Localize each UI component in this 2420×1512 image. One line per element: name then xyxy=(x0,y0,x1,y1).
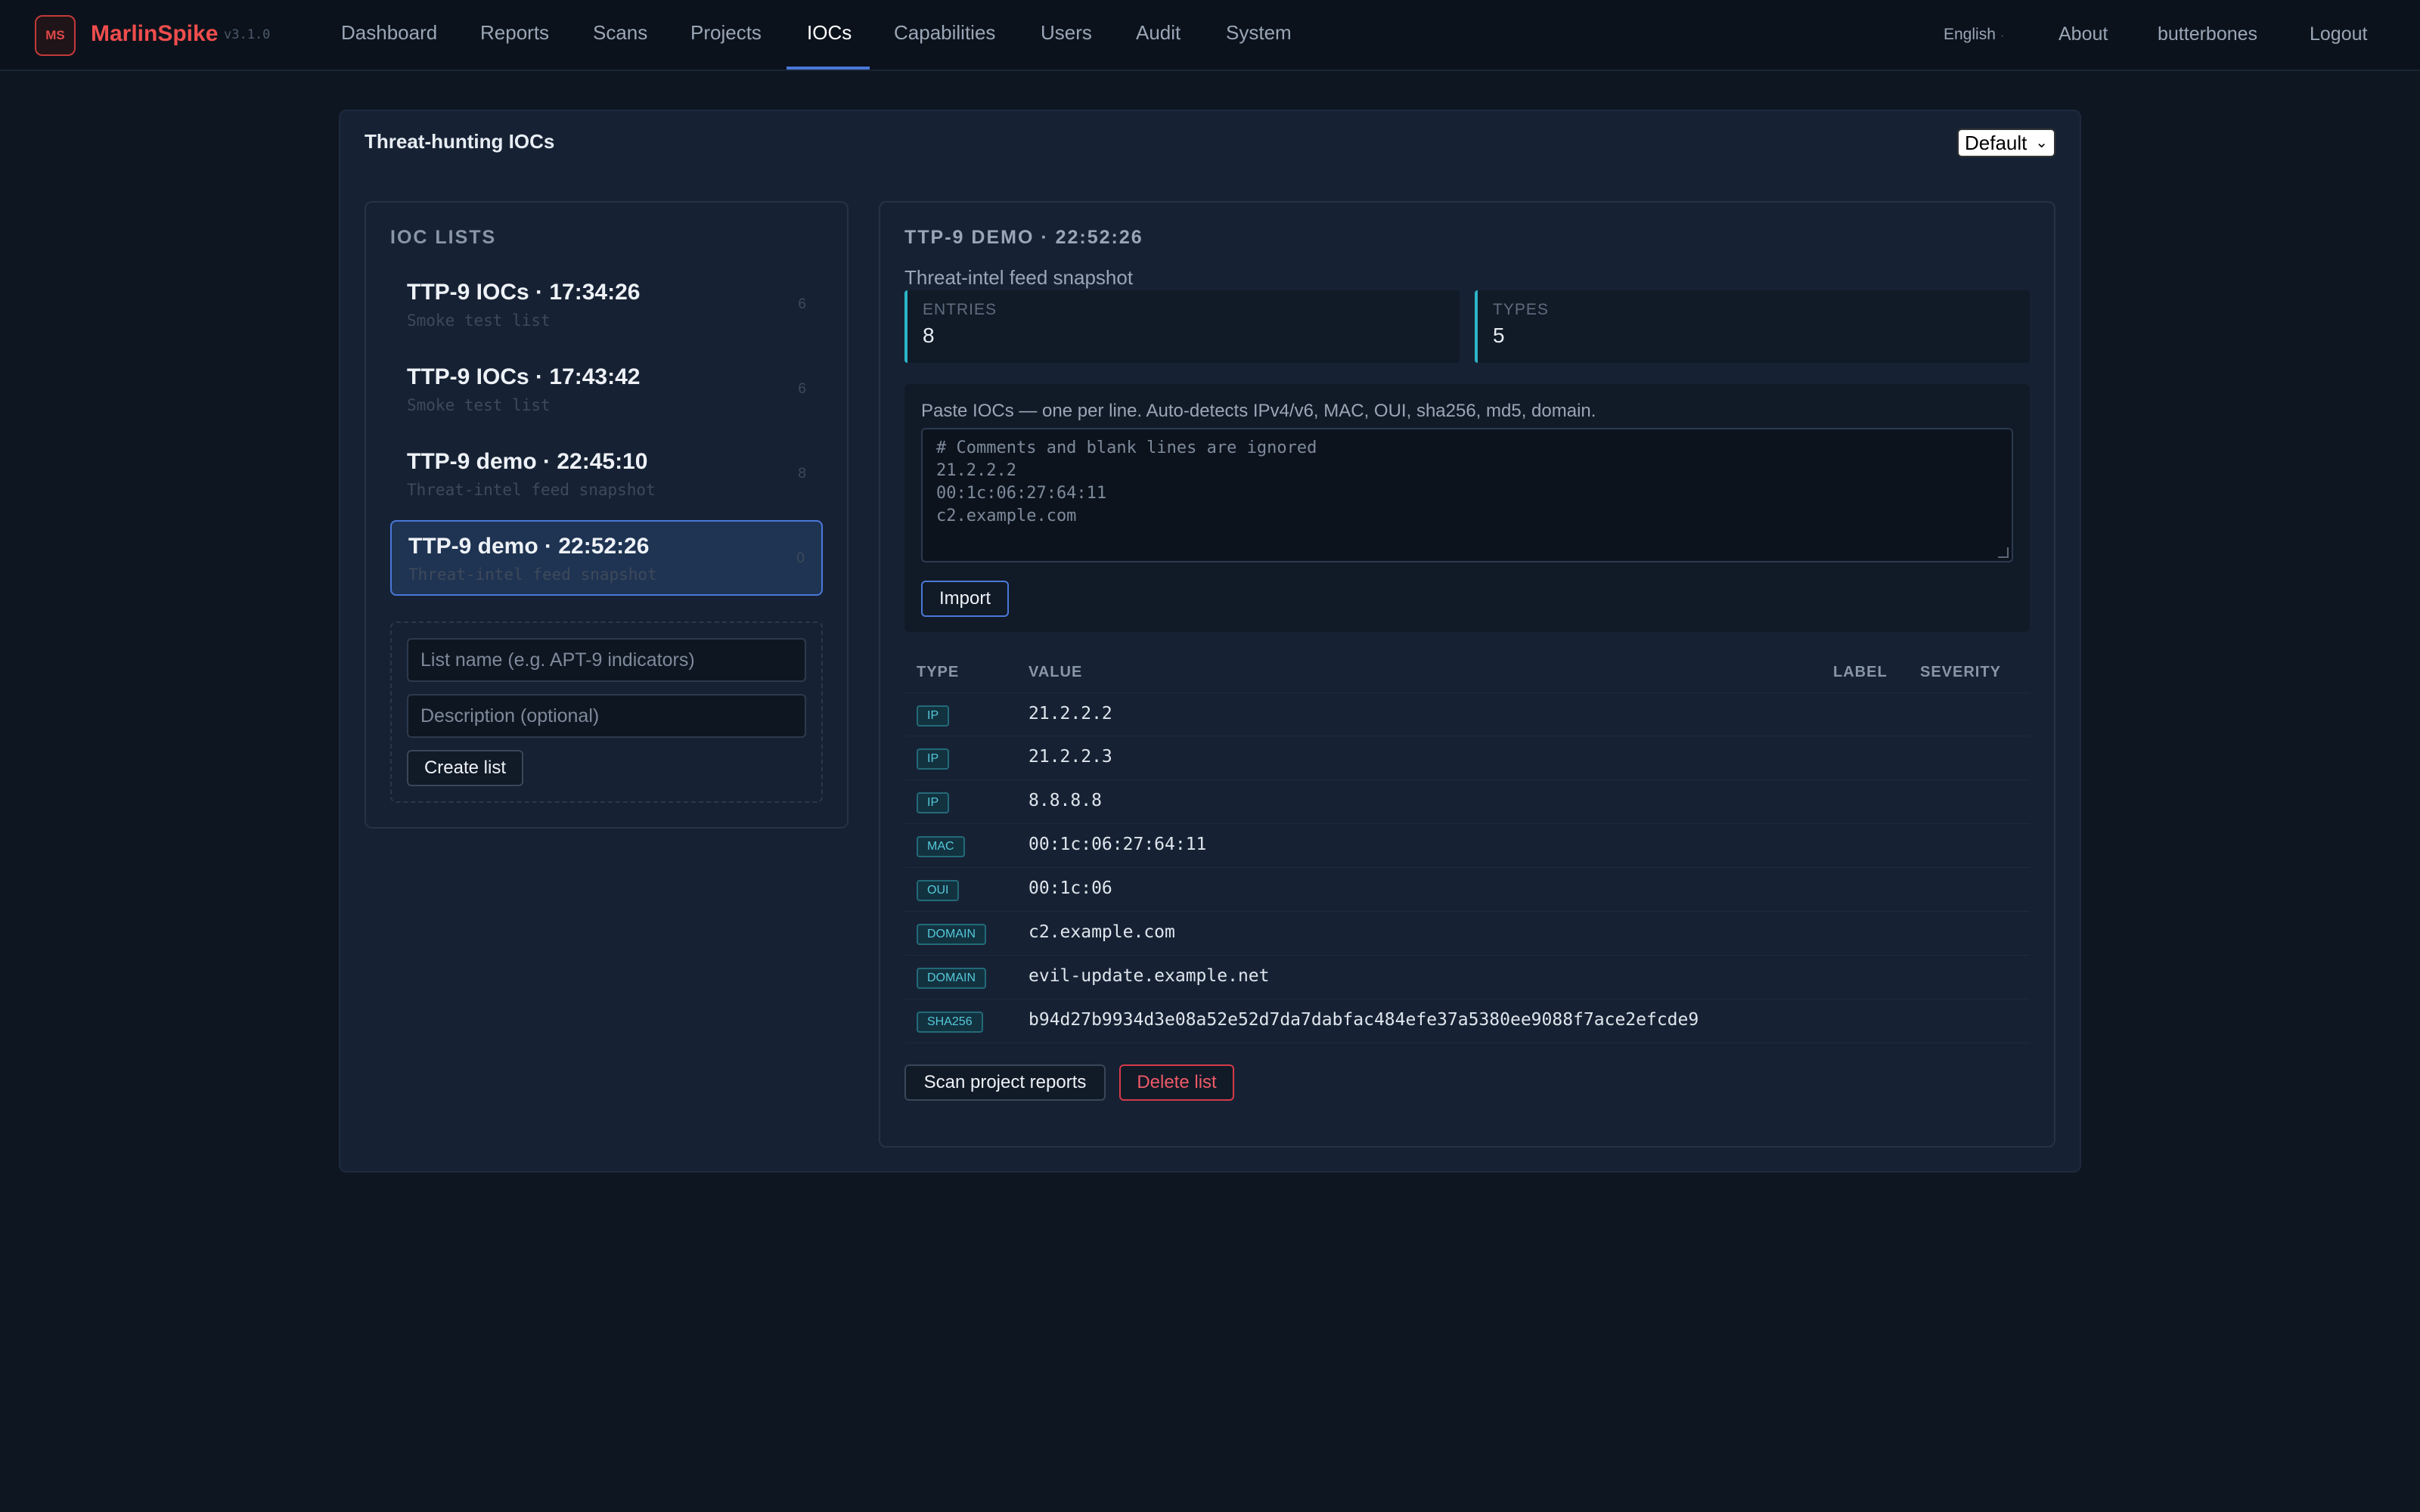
nav-audit[interactable]: Audit xyxy=(1136,21,1181,45)
stat-entries: ENTRIES 8 xyxy=(904,290,1460,363)
active-tab-indicator xyxy=(786,67,870,70)
import-button[interactable]: Import xyxy=(921,581,1009,617)
table-row: IP 8.8.8.8 xyxy=(904,780,2030,824)
list-item-title: TTP-9 demo · 22:52:26 xyxy=(408,534,650,559)
column-header-type: TYPE xyxy=(917,664,960,680)
type-badge: IP xyxy=(917,705,950,727)
create-list-button[interactable]: Create list xyxy=(407,750,523,786)
nav-scans[interactable]: Scans xyxy=(593,21,647,45)
table-row: IP 21.2.2.3 xyxy=(904,736,2030,780)
table-row: DOMAIN evil-update.example.net xyxy=(904,956,2030,999)
ioc-value: 00:1c:06 xyxy=(1028,878,1112,898)
placeholder-line: 21.2.2.2 xyxy=(936,461,1016,480)
type-badge: IP xyxy=(917,792,950,813)
list-item-count: 8 xyxy=(798,466,806,482)
list-item-title: TTP-9 demo · 22:45:10 xyxy=(407,449,648,474)
nav-users[interactable]: Users xyxy=(1041,21,1092,45)
ioc-value: 00:1c:06:27:64:11 xyxy=(1028,835,1207,854)
language-selector[interactable]: English · xyxy=(1944,26,2004,44)
list-description-input[interactable]: Description (optional) xyxy=(407,694,806,738)
layout-select-value: Default xyxy=(1965,132,2028,154)
table-row: SHA256 b94d27b9934d3e08a52e52d7da7dabfac… xyxy=(904,999,2030,1043)
type-badge: SHA256 xyxy=(917,1012,983,1033)
list-item-title: TTP-9 IOCs · 17:43:42 xyxy=(407,364,641,389)
type-badge: OUI xyxy=(917,880,960,901)
list-item-description: Smoke test list xyxy=(407,311,551,330)
language-label: English xyxy=(1944,26,1996,43)
stat-label: TYPES xyxy=(1493,301,1549,318)
ioc-list-item[interactable]: TTP-9 IOCs · 17:34:26 Smoke test list 6 xyxy=(390,268,823,343)
column-header-label: LABEL xyxy=(1833,664,1888,680)
ioc-value: b94d27b9934d3e08a52e52d7da7dabfac484efe3… xyxy=(1028,1010,1699,1030)
chevron-down-icon: ⌄ xyxy=(2035,135,2048,151)
top-navbar: MS MarlinSpike v3.1.0 Dashboard Reports … xyxy=(0,0,2420,71)
nav-dashboard[interactable]: Dashboard xyxy=(341,21,437,45)
app-name[interactable]: MarlinSpike xyxy=(91,21,218,47)
chevron-down-icon: · xyxy=(2000,29,2005,42)
placeholder-line: # Comments and blank lines are ignored xyxy=(936,438,1317,457)
list-item-title: TTP-9 IOCs · 17:34:26 xyxy=(407,280,641,305)
type-badge: IP xyxy=(917,748,950,770)
table-row: MAC 00:1c:06:27:64:11 xyxy=(904,824,2030,868)
app-version: v3.1.0 xyxy=(224,27,271,42)
list-item-count: 0 xyxy=(796,550,805,566)
placeholder-line: c2.example.com xyxy=(936,507,1077,525)
logout-link[interactable]: Logout xyxy=(2310,23,2367,45)
delete-list-button[interactable]: Delete list xyxy=(1119,1064,1234,1101)
resize-handle-icon[interactable] xyxy=(1998,547,2009,558)
stat-types: TYPES 5 xyxy=(1475,290,2030,363)
layout-select[interactable]: Default ⌄ xyxy=(1957,129,2055,157)
table-row: OUI 00:1c:06 xyxy=(904,868,2030,912)
ioc-list-item[interactable]: TTP-9 demo · 22:45:10 Threat-intel feed … xyxy=(390,437,823,513)
ioc-value: 21.2.2.3 xyxy=(1028,747,1112,767)
list-item-description: Threat-intel feed snapshot xyxy=(407,481,656,499)
detail-heading: TTP-9 DEMO · 22:52:26 xyxy=(904,227,1143,248)
stat-value: 5 xyxy=(1493,324,1505,347)
nav-system[interactable]: System xyxy=(1226,21,1292,45)
user-menu[interactable]: butterbones xyxy=(2158,23,2257,45)
placeholder-line: 00:1c:06:27:64:11 xyxy=(936,484,1107,503)
nav-projects[interactable]: Projects xyxy=(690,21,762,45)
nav-reports[interactable]: Reports xyxy=(480,21,549,45)
column-header-severity: SEVERITY xyxy=(1920,664,2001,680)
type-badge: MAC xyxy=(917,836,965,857)
type-badge: DOMAIN xyxy=(917,968,986,989)
detail-subtitle: Threat-intel feed snapshot xyxy=(904,266,1134,289)
about-link[interactable]: About xyxy=(2059,23,2108,45)
nav-iocs[interactable]: IOCs xyxy=(807,21,852,45)
ioc-list-item[interactable]: TTP-9 IOCs · 17:43:42 Smoke test list 6 xyxy=(390,352,823,428)
ioc-value: c2.example.com xyxy=(1028,922,1175,942)
list-item-count: 6 xyxy=(798,296,806,312)
paste-ioc-textarea[interactable]: # Comments and blank lines are ignored 2… xyxy=(921,428,2013,562)
list-name-input[interactable]: List name (e.g. APT-9 indicators) xyxy=(407,638,806,682)
type-badge: DOMAIN xyxy=(917,924,986,945)
paste-instructions: Paste IOCs — one per line. Auto-detects … xyxy=(921,401,1596,421)
ioc-value: evil-update.example.net xyxy=(1028,966,1270,986)
scan-project-reports-button[interactable]: Scan project reports xyxy=(904,1064,1106,1101)
stat-value: 8 xyxy=(923,324,935,347)
table-row: IP 21.2.2.2 xyxy=(904,692,2030,736)
ioc-list-item-selected[interactable]: TTP-9 demo · 22:52:26 Threat-intel feed … xyxy=(390,520,823,596)
page-title: Threat-hunting IOCs xyxy=(365,130,555,153)
stat-label: ENTRIES xyxy=(923,301,997,318)
logo-icon[interactable]: MS xyxy=(35,15,76,56)
list-item-count: 6 xyxy=(798,381,806,397)
nav-capabilities[interactable]: Capabilities xyxy=(894,21,995,45)
ioc-value: 8.8.8.8 xyxy=(1028,791,1102,810)
table-row: DOMAIN c2.example.com xyxy=(904,912,2030,956)
ioc-value: 21.2.2.2 xyxy=(1028,704,1112,723)
column-header-value: VALUE xyxy=(1028,664,1083,680)
list-item-description: Threat-intel feed snapshot xyxy=(408,565,657,584)
ioc-lists-heading: IOC LISTS xyxy=(390,227,497,248)
list-item-description: Smoke test list xyxy=(407,396,551,414)
